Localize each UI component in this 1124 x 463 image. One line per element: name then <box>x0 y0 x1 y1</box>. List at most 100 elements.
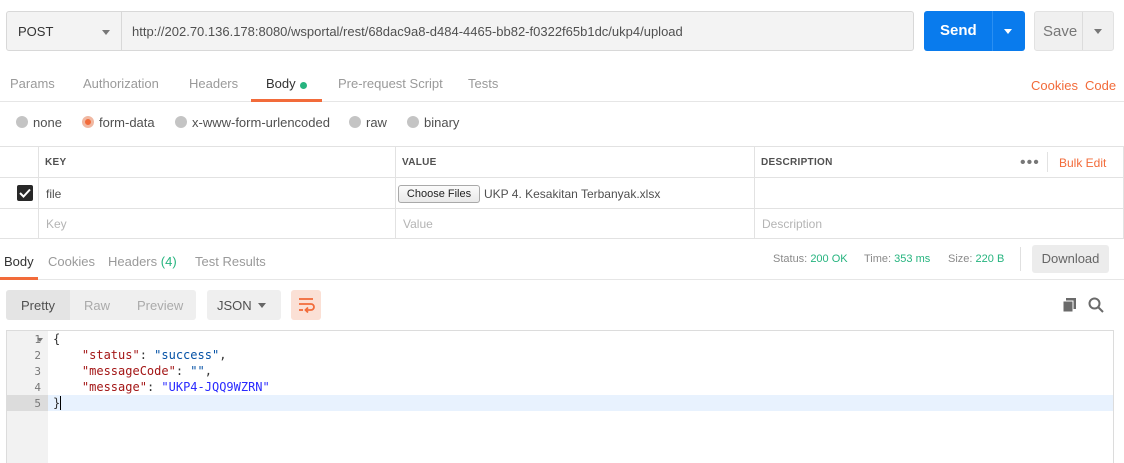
choose-files-button[interactable]: Choose Files <box>398 185 480 203</box>
column-header-key: KEY <box>45 157 67 168</box>
radio-urlencoded[interactable] <box>175 116 187 128</box>
table-border-top <box>0 146 1124 147</box>
save-label: Save <box>1043 23 1078 40</box>
json-key: "messageCode" <box>81 364 176 378</box>
tab-body[interactable]: Body <box>266 76 296 91</box>
radio-binary[interactable] <box>407 116 419 128</box>
response-tab-cookies[interactable]: Cookies <box>48 254 95 269</box>
save-divider <box>1082 12 1083 50</box>
table-border <box>0 208 1124 209</box>
method-select[interactable]: POST <box>6 11 122 51</box>
response-tab-test-results[interactable]: Test Results <box>195 254 266 269</box>
tab-headers[interactable]: Headers <box>189 76 238 91</box>
format-select[interactable]: JSON <box>207 290 281 320</box>
wrap-lines-button[interactable] <box>291 290 321 320</box>
headers-count-badge: (4) <box>160 254 177 269</box>
view-pretty-button[interactable]: Pretty <box>21 298 55 313</box>
line-number: 3 <box>34 365 41 378</box>
response-tab-body[interactable]: Body <box>4 254 34 269</box>
code-line: "message": "UKP4-JQQ9WZRN" <box>81 380 270 394</box>
table-border <box>0 177 1124 178</box>
json-value: "" <box>190 364 205 378</box>
copy-icon[interactable] <box>1062 297 1078 316</box>
response-active-tab-indicator <box>0 277 38 280</box>
json-value: "UKP4-JQQ9WZRN" <box>161 380 270 394</box>
code-line: "status": "success", <box>81 348 227 362</box>
search-icon[interactable] <box>1088 297 1104 316</box>
url-input[interactable]: http://202.70.136.178:8080/wsportal/rest… <box>122 11 914 51</box>
download-button[interactable]: Download <box>1032 245 1109 273</box>
send-button[interactable]: Send <box>924 11 1025 51</box>
description-input[interactable]: Description <box>762 217 822 231</box>
json-value: "success" <box>154 348 220 362</box>
table-column-divider <box>395 146 396 238</box>
check-icon <box>19 188 31 198</box>
json-key: "status" <box>81 348 140 362</box>
format-label: JSON <box>217 298 252 313</box>
param-key[interactable]: file <box>46 187 61 201</box>
chevron-down-icon <box>258 303 266 308</box>
tab-authorization[interactable]: Authorization <box>83 76 159 91</box>
column-header-value: VALUE <box>402 157 437 168</box>
code-link[interactable]: Code <box>1085 78 1116 93</box>
send-label: Send <box>940 22 977 39</box>
code-line: "messageCode": "", <box>81 364 212 378</box>
line-number: 5 <box>34 397 41 410</box>
url-text: http://202.70.136.178:8080/wsportal/rest… <box>132 24 683 39</box>
response-tab-headers[interactable]: Headers (4) <box>108 254 177 269</box>
tab-prerequest-script[interactable]: Pre-request Script <box>338 76 443 91</box>
view-raw-button[interactable]: Raw <box>84 298 110 313</box>
radio-form-data-label: form-data <box>99 115 155 130</box>
radio-raw[interactable] <box>349 116 361 128</box>
tabs-divider <box>0 101 1124 102</box>
more-options-icon[interactable]: ••• <box>1020 154 1040 172</box>
radio-none[interactable] <box>16 116 28 128</box>
size-value: 220 B <box>975 253 1005 265</box>
current-line-highlight <box>7 395 1113 411</box>
status-meta: Status: 200 OK <box>773 253 848 265</box>
chevron-down-icon[interactable] <box>1004 29 1012 34</box>
chevron-down-icon <box>102 30 110 35</box>
table-border-bottom <box>0 238 1124 239</box>
tab-tests[interactable]: Tests <box>468 76 498 91</box>
selected-file-name: UKP 4. Kesakitan Terbanyak.xlsx <box>484 187 661 201</box>
response-body-editor[interactable]: 1 2 3 4 5 { "status": "success", "messag… <box>6 330 1114 463</box>
line-number: 2 <box>34 349 41 362</box>
cookies-link[interactable]: Cookies <box>1031 78 1078 93</box>
status-label: Status: <box>773 253 808 265</box>
send-divider <box>992 11 993 51</box>
method-label: POST <box>18 24 54 39</box>
header-divider <box>1047 152 1048 172</box>
wrap-icon <box>299 298 315 314</box>
value-input[interactable]: Value <box>403 217 433 231</box>
column-header-description: DESCRIPTION <box>761 157 833 168</box>
json-key: "message" <box>81 380 147 394</box>
radio-binary-label: binary <box>424 115 460 130</box>
size-meta: Size: 220 B <box>948 253 1004 265</box>
save-button[interactable]: Save <box>1034 11 1114 51</box>
time-label: Time: <box>864 253 892 265</box>
body-indicator-dot <box>300 82 307 89</box>
key-input[interactable]: Key <box>46 217 67 231</box>
radio-raw-label: raw <box>366 115 387 130</box>
line-number: 1 <box>34 333 41 346</box>
view-preview-button[interactable]: Preview <box>137 298 183 313</box>
table-column-divider <box>754 146 755 238</box>
row-checkbox[interactable] <box>17 185 33 201</box>
fold-arrow-icon[interactable] <box>37 338 43 342</box>
meta-divider <box>1020 247 1021 271</box>
radio-form-data[interactable] <box>82 116 94 128</box>
radio-none-label: none <box>33 115 62 130</box>
text-cursor <box>60 396 61 410</box>
response-tabs-divider <box>0 279 1124 280</box>
bulk-edit-button[interactable]: Bulk Edit <box>1059 156 1106 170</box>
tab-params[interactable]: Params <box>10 76 55 91</box>
chevron-down-icon[interactable] <box>1094 29 1102 34</box>
radio-urlencoded-label: x-www-form-urlencoded <box>192 115 330 130</box>
time-value: 353 ms <box>894 253 931 265</box>
view-mode-toggle: Pretty Raw Preview <box>6 290 196 320</box>
line-number: 4 <box>34 381 41 394</box>
response-tab-headers-label: Headers <box>108 254 158 269</box>
active-tab-indicator <box>251 99 322 102</box>
code-line: { <box>53 332 61 346</box>
